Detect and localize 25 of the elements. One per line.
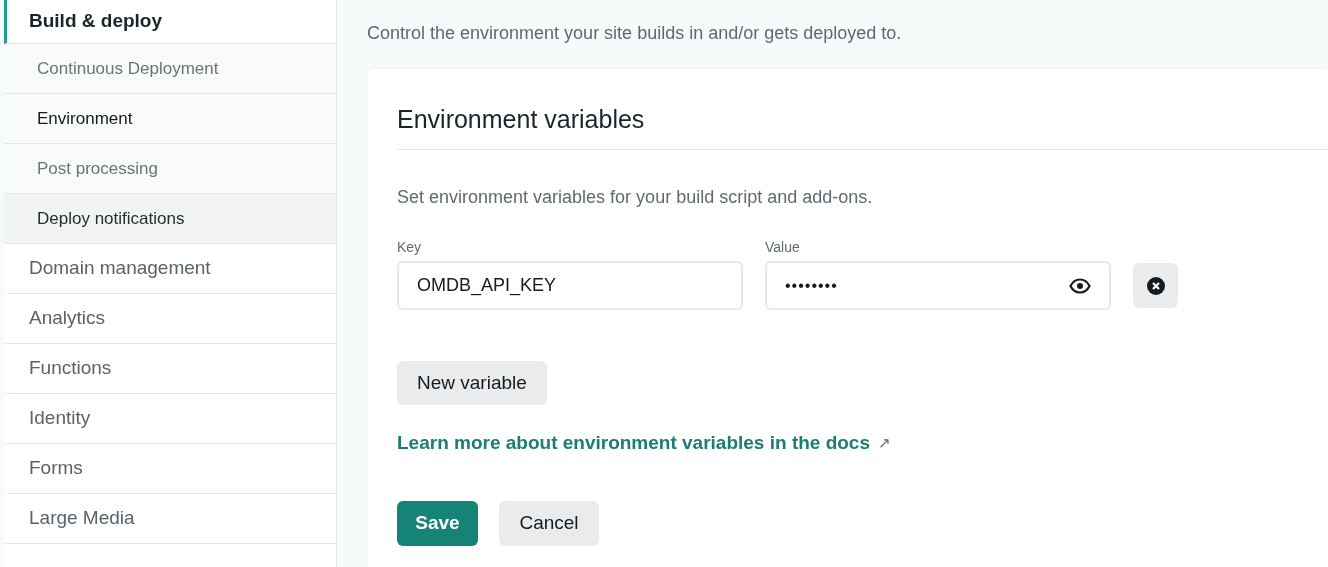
sidebar-subitem[interactable]: Post processing (4, 144, 336, 194)
eye-icon[interactable] (1069, 277, 1091, 294)
cancel-button[interactable]: Cancel (499, 500, 599, 546)
field-label: Key (397, 238, 423, 257)
sidebar-subitem[interactable]: Environment (4, 94, 336, 144)
sidebar-subitem[interactable]: Continuous Deployment (4, 44, 336, 94)
sidebar-subitem[interactable]: Deploy notifications (4, 194, 336, 244)
save-button[interactable]: Save (397, 500, 478, 546)
remove-button[interactable] (1133, 263, 1178, 308)
value-field[interactable]: •••••••• (765, 261, 1111, 310)
docs-link[interactable]: Learn more about environment variables in the docs (397, 429, 870, 458)
close-icon (1146, 276, 1165, 295)
sidebar-item[interactable]: Analytics (4, 294, 336, 344)
external-link-icon: ↗ (878, 432, 891, 455)
sidebar-item[interactable]: Identity (4, 394, 336, 444)
card-title: Environment variables (397, 104, 646, 135)
page-description: Control the environment your site builds in and/or gets deployed to. (367, 22, 903, 45)
card-description: Set environment variables for your build script and add-ons. (397, 186, 874, 209)
key-field[interactable]: OMDB_API_KEY (397, 261, 743, 310)
sidebar-item[interactable]: Domain management (4, 244, 336, 294)
sidebar-item[interactable]: Large Media (4, 494, 336, 544)
field-label: Value (765, 238, 801, 257)
new-variable-button[interactable]: New variable (397, 361, 547, 405)
sidebar-item[interactable]: Functions (4, 344, 336, 394)
sidebar-item[interactable]: Forms (4, 444, 336, 494)
